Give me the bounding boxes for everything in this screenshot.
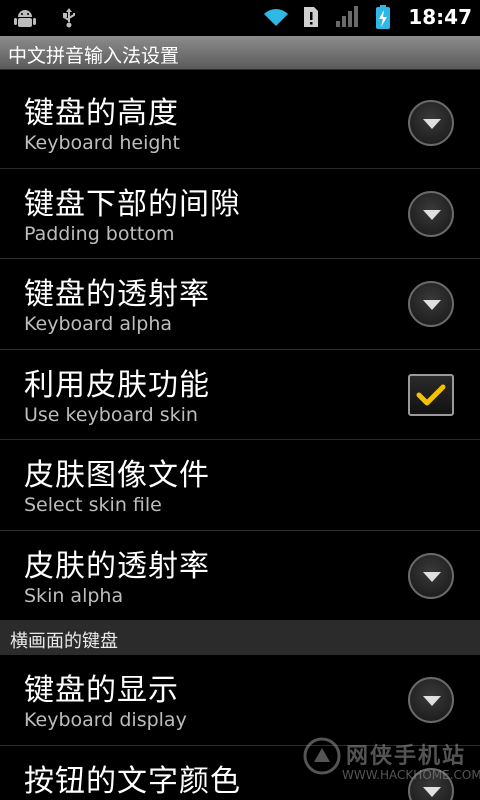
watermark: 网侠手机站 WWW.HACKHOME.COM <box>302 730 480 790</box>
watermark-logo-icon <box>303 737 341 775</box>
setting-subtitle: Skin alpha <box>24 584 124 607</box>
setting-title: 键盘的高度 <box>24 96 179 131</box>
dropdown-button[interactable] <box>408 281 454 327</box>
android-debug-icon <box>12 5 38 31</box>
chevron-down-icon <box>408 190 454 237</box>
setting-subtitle: Select skin file <box>24 494 162 516</box>
signal-icon <box>334 4 360 30</box>
skin-checkbox[interactable] <box>408 372 454 418</box>
title-bar: 中文拼音输入法设置 <box>0 36 480 70</box>
setting-padding-bottom[interactable]: 键盘下部的间隙 Padding bottom <box>0 169 480 259</box>
chevron-down-icon <box>408 552 454 599</box>
setting-title: 皮肤图像文件 <box>24 458 210 493</box>
setting-subtitle: Keyboard display <box>24 709 187 731</box>
setting-subtitle: Padding bottom <box>24 222 175 245</box>
setting-use-keyboard-skin[interactable]: 利用皮肤功能 Use keyboard skin <box>0 350 480 440</box>
setting-select-skin-file[interactable]: 皮肤图像文件 Select skin file <box>0 440 480 531</box>
setting-title: 利用皮肤功能 <box>24 367 210 403</box>
chevron-down-icon <box>408 677 454 723</box>
status-bar: 18:47 <box>0 0 480 36</box>
setting-skin-alpha[interactable]: 皮肤的透射率 Skin alpha <box>0 531 480 621</box>
checkmark-icon <box>416 384 446 405</box>
chevron-down-icon <box>408 100 454 146</box>
setting-subtitle: Keyboard alpha <box>24 313 173 335</box>
dropdown-button[interactable] <box>408 100 454 146</box>
setting-title: 按钮的文字颜色 <box>24 763 241 799</box>
setting-keyboard-alpha[interactable]: 键盘的透射率 Keyboard alpha <box>0 259 480 350</box>
clock: 18:47 <box>408 5 472 29</box>
battery-charging-icon <box>374 4 392 30</box>
setting-title: 键盘的显示 <box>24 673 179 708</box>
setting-title: 键盘下部的间隙 <box>24 186 241 222</box>
setting-subtitle: Use keyboard skin <box>24 403 198 426</box>
setting-title: 皮肤的透射率 <box>24 548 210 584</box>
wifi-icon <box>262 4 289 30</box>
setting-title: 键盘的透射率 <box>24 277 210 312</box>
setting-subtitle: Keyboard height <box>24 132 180 154</box>
checkbox-checked <box>408 373 454 416</box>
section-header-landscape-keyboard: 横画面的键盘 <box>0 621 480 655</box>
usb-icon <box>56 5 82 31</box>
settings-list: 键盘的高度 Keyboard height 键盘下部的间隙 Padding bo… <box>0 78 480 800</box>
alert-icon <box>302 4 320 30</box>
watermark-url: WWW.HACKHOME.COM <box>342 768 480 782</box>
setting-keyboard-height[interactable]: 键盘的高度 Keyboard height <box>0 78 480 169</box>
section-title: 横画面的键盘 <box>10 631 118 652</box>
dropdown-button[interactable] <box>408 677 454 723</box>
dropdown-button[interactable] <box>408 552 454 599</box>
page-title: 中文拼音输入法设置 <box>8 45 180 67</box>
dropdown-button[interactable] <box>408 190 454 237</box>
chevron-down-icon <box>408 281 454 327</box>
watermark-name: 网侠手机站 <box>346 744 467 769</box>
